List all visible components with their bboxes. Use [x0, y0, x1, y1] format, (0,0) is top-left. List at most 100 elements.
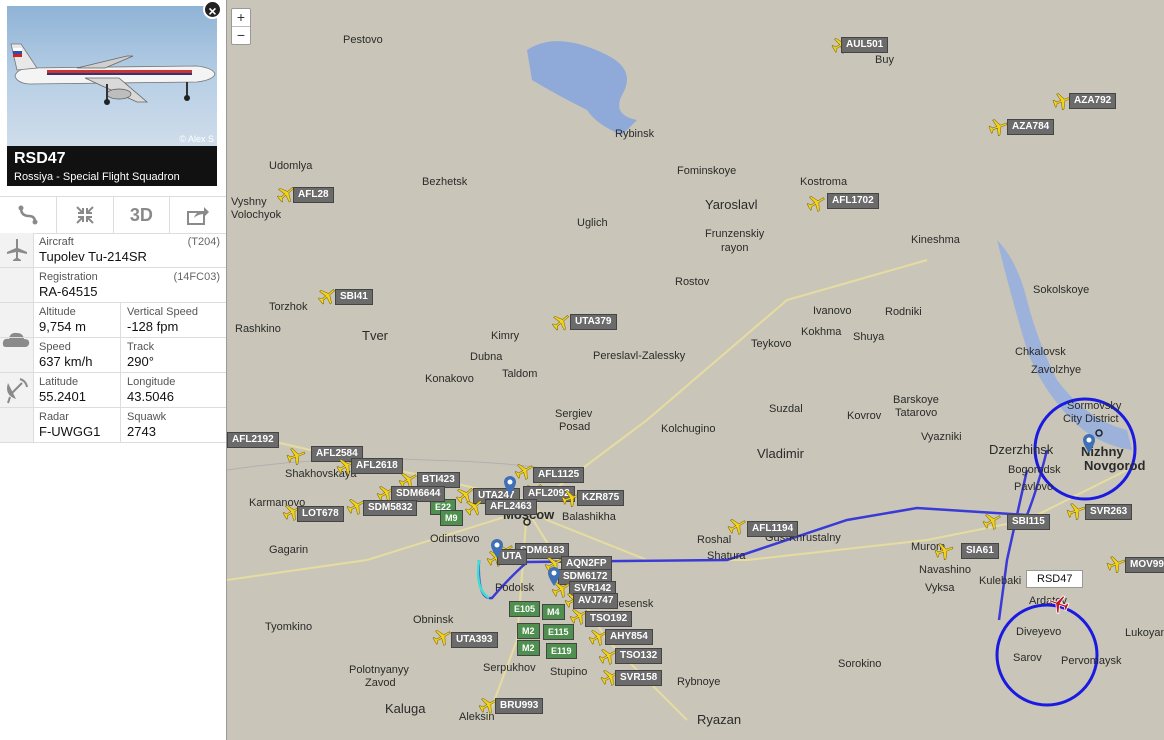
radar-label: Radar	[39, 411, 69, 423]
place-label: Rodniki	[885, 306, 922, 318]
flight-label[interactable]: SVR263	[1085, 504, 1133, 520]
place-label: Chkalovsk	[1015, 346, 1066, 358]
place-label: Shatura	[707, 550, 746, 562]
aircraft-icon[interactable]	[805, 192, 827, 214]
flight-label[interactable]: AZA792	[1069, 93, 1117, 109]
flight-label[interactable]: SDM5832	[363, 500, 418, 516]
flight-map[interactable]: + − Pestovo Buy Rybinsk Udomlya Bezhetsk…	[227, 0, 1164, 740]
place-label: Buy	[875, 54, 894, 66]
aircraft-icon[interactable]	[933, 540, 955, 562]
selected-aircraft-icon[interactable]	[1047, 592, 1071, 616]
flight-header: RSD47 Rossiya - Special Flight Squadron	[7, 146, 217, 186]
place-label: Kaluga	[385, 701, 426, 716]
zoom-in-button[interactable]: +	[232, 9, 250, 27]
place-label: Diveyevo	[1016, 626, 1062, 638]
aircraft-icon[interactable]	[987, 116, 1009, 138]
place-label: Rybinsk	[615, 128, 655, 140]
aircraft-icon[interactable]	[463, 496, 485, 518]
airline-name: Rossiya - Special Flight Squadron	[14, 171, 180, 183]
aircraft-code: (T204)	[187, 236, 220, 248]
route-button[interactable]	[0, 197, 57, 233]
track-label: Track	[127, 341, 155, 353]
aircraft-icon[interactable]	[550, 311, 572, 333]
aircraft-icon[interactable]	[981, 510, 1003, 532]
road-shield: E119	[546, 643, 577, 659]
close-icon[interactable]: ×	[203, 0, 222, 19]
aircraft-icon[interactable]	[285, 445, 307, 467]
place-label: Serpukhov	[483, 662, 536, 674]
flight-label[interactable]: AFL2192	[227, 432, 279, 448]
flight-callsign: RSD47	[14, 150, 66, 167]
flight-label[interactable]: AFL1702	[827, 193, 879, 209]
place-label: Lukoyanov	[1125, 627, 1164, 639]
place-label: Bezhetsk	[422, 176, 468, 188]
center-button[interactable]	[57, 197, 114, 233]
aircraft-photo-image	[10, 43, 216, 105]
registration-label: Registration	[39, 271, 98, 283]
aircraft-label: Aircraft	[39, 236, 74, 248]
location-marker-icon[interactable]	[546, 565, 562, 587]
flight-label[interactable]: SIA61	[961, 543, 999, 559]
flight-label[interactable]: AUL501	[841, 37, 889, 53]
flight-label[interactable]: AZA784	[1007, 119, 1055, 135]
center-icon	[75, 206, 94, 224]
place-label: Dubna	[470, 351, 503, 363]
view-3d-button[interactable]: 3D	[114, 197, 171, 233]
place-label: Frunzenskiy	[705, 228, 765, 240]
flight-label[interactable]: SVR158	[615, 670, 663, 686]
place-label: Kostroma	[800, 176, 848, 188]
share-button[interactable]	[170, 197, 226, 233]
rybinsk-reservoir	[527, 41, 637, 135]
place-label: Balashikha	[562, 511, 616, 523]
place-label: Bogorodsk	[1008, 464, 1061, 476]
flight-label[interactable]: AFL1194	[747, 521, 799, 537]
place-label: Vyazniki	[921, 431, 962, 443]
zoom-out-button[interactable]: −	[232, 27, 250, 44]
flight-label[interactable]: SBI41	[335, 289, 373, 305]
location-marker-icon[interactable]	[502, 474, 518, 496]
flight-label[interactable]: LOT678	[297, 506, 344, 522]
speed-label: Speed	[39, 341, 71, 353]
place-label: Zavod	[365, 677, 396, 689]
place-label: Polotnyanyy	[349, 664, 409, 676]
aircraft-icon[interactable]	[431, 626, 453, 648]
place-label: Podolsk	[495, 582, 535, 594]
flight-label[interactable]: KZR875	[577, 490, 625, 506]
road-shield: E105	[509, 601, 541, 617]
place-label: Sormovsky	[1067, 400, 1122, 412]
location-marker-icon[interactable]	[489, 537, 505, 559]
flight-label[interactable]: AFL2463	[485, 499, 537, 515]
flight-label[interactable]: UTA379	[570, 314, 617, 330]
flight-label[interactable]: TSO192	[585, 611, 633, 627]
place-label: Tver	[362, 328, 388, 343]
aircraft-row: Aircraft Tupolev Tu-214SR (T204)	[0, 233, 226, 268]
flight-label[interactable]: MOV99	[1125, 557, 1164, 573]
flight-label[interactable]: AFL28	[293, 187, 334, 203]
altitude-row: Altitude 9,754 m Vertical Speed -128 fpm	[0, 303, 226, 338]
place-label: Rashkino	[235, 323, 281, 335]
aircraft-icon[interactable]	[1105, 553, 1127, 575]
flight-label[interactable]: UTA393	[451, 632, 498, 648]
place-label: Tyomkino	[265, 621, 313, 633]
place-label: Gagarin	[269, 544, 309, 556]
flight-label[interactable]: TSO132	[615, 648, 663, 664]
place-label: Odintsovo	[430, 533, 480, 545]
flight-label[interactable]: AFL2618	[351, 458, 403, 474]
selected-flight-label[interactable]: RSD47	[1026, 570, 1084, 588]
place-label: Rybnoye	[677, 676, 721, 688]
place-label: Navashino	[919, 564, 971, 576]
flight-label[interactable]: SBI115	[1007, 514, 1050, 530]
place-label: Uglich	[577, 217, 608, 229]
aircraft-icon[interactable]	[1065, 500, 1087, 522]
place-label: Suzdal	[769, 403, 803, 415]
altitude-label: Altitude	[39, 306, 76, 318]
place-label: Vyshny	[231, 196, 267, 208]
aircraft-icon[interactable]	[726, 515, 748, 537]
location-marker-icon[interactable]	[1081, 432, 1097, 454]
place-label: Volochyok	[231, 209, 282, 221]
panel-toolbar: 3D	[0, 196, 226, 234]
place-label: City District	[1063, 413, 1119, 425]
flight-label[interactable]: BRU993	[495, 698, 544, 714]
flight-label[interactable]: AHY854	[605, 629, 653, 645]
longitude-value: 43.5046	[127, 389, 174, 404]
